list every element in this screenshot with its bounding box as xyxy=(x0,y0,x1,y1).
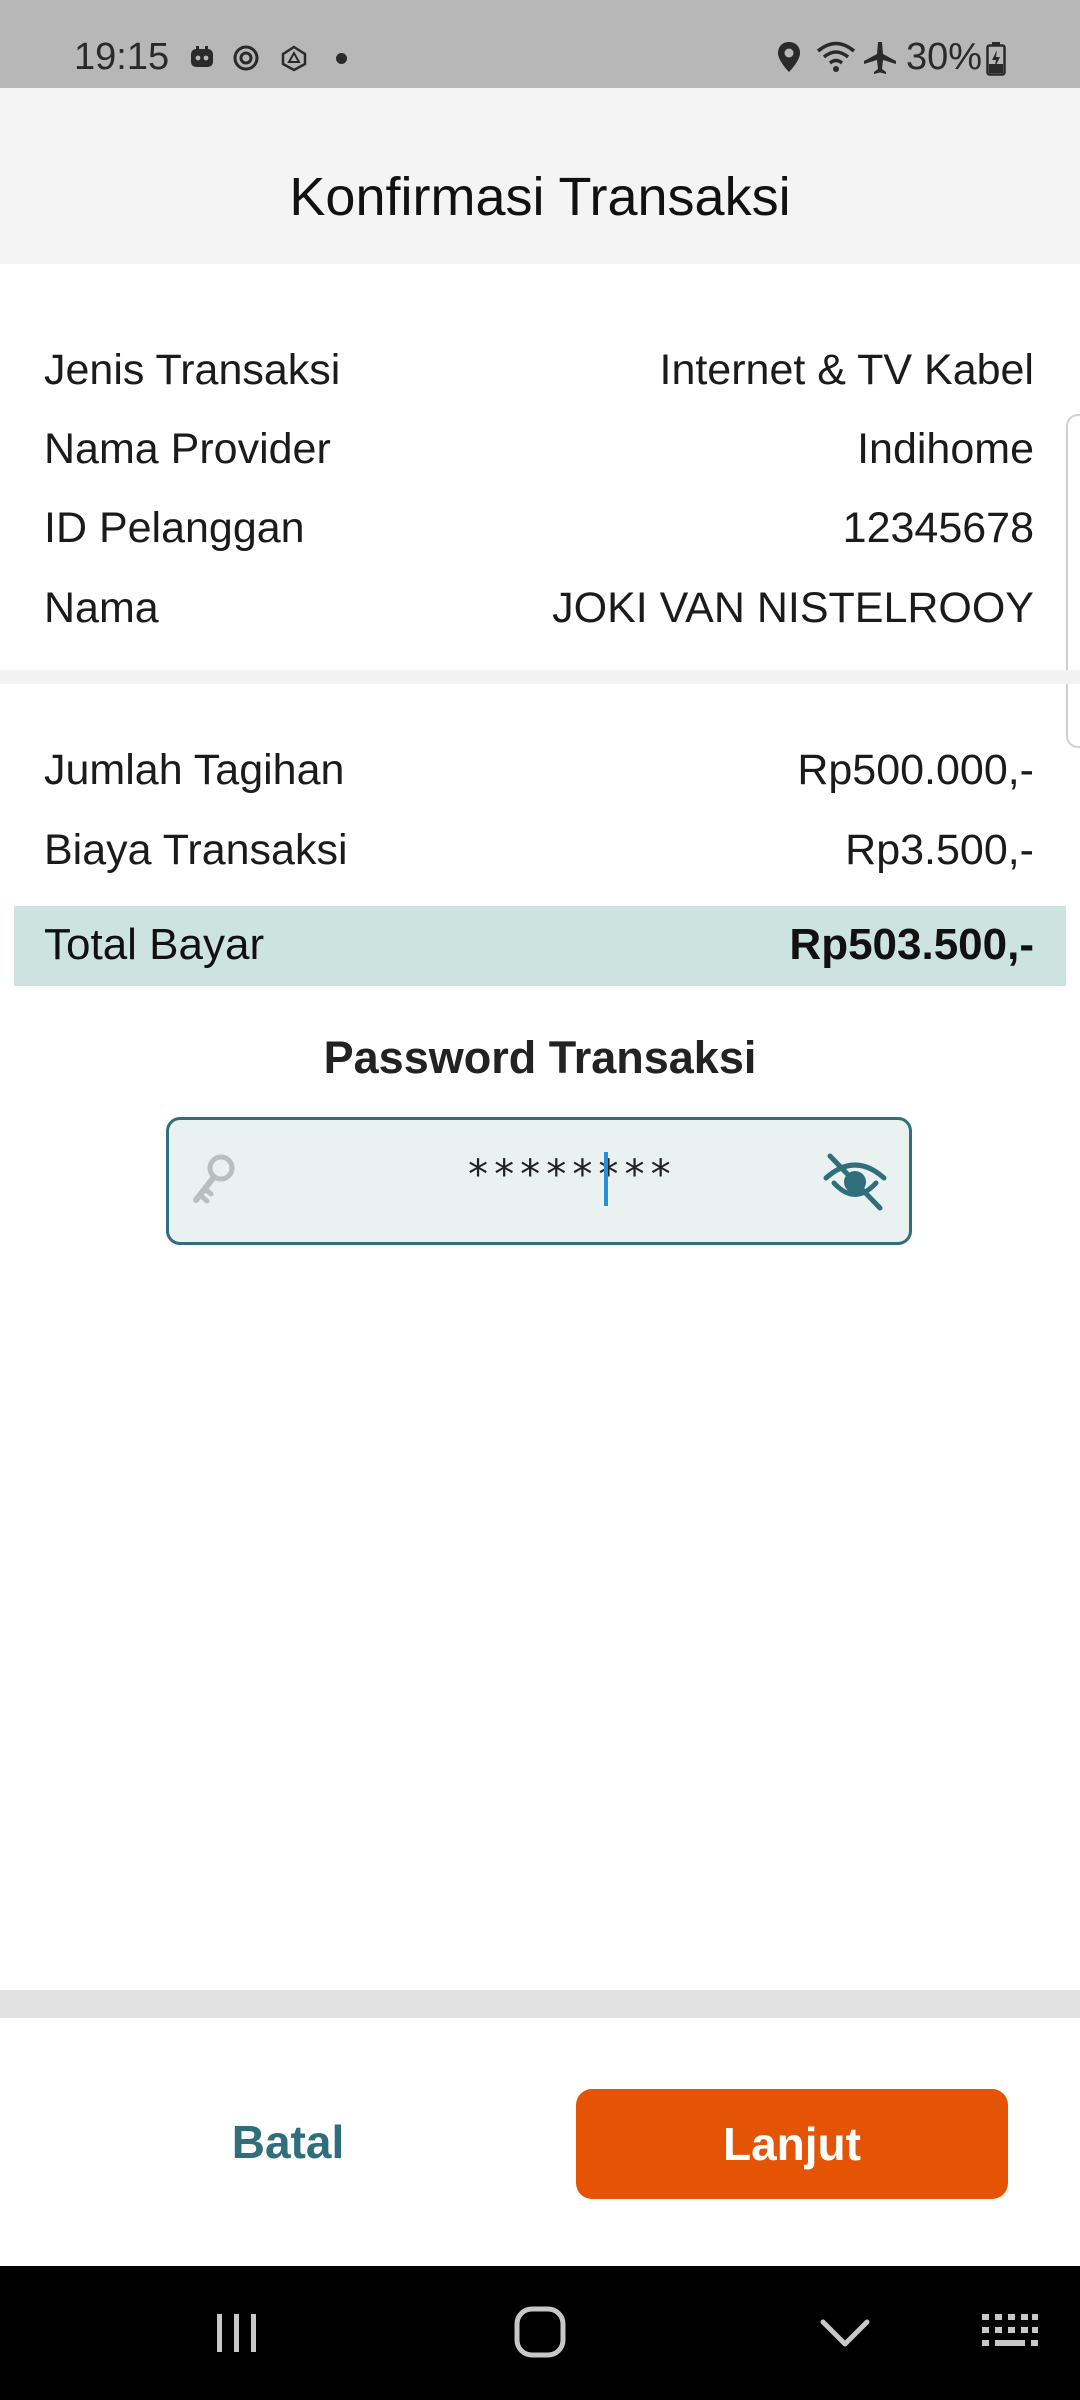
chat-notification-icon xyxy=(191,46,213,67)
recent-apps-icon[interactable] xyxy=(212,2310,262,2356)
section-divider xyxy=(0,670,1080,684)
detail-value-nama: JOKI VAN NISTELROOY xyxy=(552,584,1034,632)
detail-label-nama: Nama xyxy=(44,584,159,632)
password-value: ******** xyxy=(466,1152,675,1198)
continue-button[interactable]: Lanjut xyxy=(576,2089,1008,2199)
total-value: Rp503.500,- xyxy=(789,920,1034,969)
password-title: Password Transaksi xyxy=(323,1032,757,1083)
battery-percentage: 30% xyxy=(906,36,983,78)
billing-label-biaya-transaksi: Biaya Transaksi xyxy=(44,826,348,874)
total-label: Total Bayar xyxy=(44,920,265,969)
home-icon[interactable] xyxy=(512,2304,568,2360)
keyboard-icon[interactable] xyxy=(978,2310,1040,2354)
airplane-icon xyxy=(864,42,896,74)
key-icon xyxy=(193,1154,235,1204)
detail-value-jenis-transaksi: Internet & TV Kabel xyxy=(659,346,1035,394)
detail-value-nama-provider: Indihome xyxy=(857,425,1034,473)
battery-icon xyxy=(986,42,1006,76)
billing-value-jumlah-tagihan: Rp500.000,- xyxy=(797,746,1034,794)
bottom-separator xyxy=(0,1990,1080,2018)
text-cursor xyxy=(604,1152,608,1206)
status-time: 19:15 xyxy=(74,36,170,78)
settings-notification-icon xyxy=(233,45,259,71)
detail-label-nama-provider: Nama Provider xyxy=(44,425,331,473)
back-icon[interactable] xyxy=(818,2312,872,2352)
detail-label-id-pelanggan: ID Pelanggan xyxy=(44,504,305,552)
cancel-button[interactable]: Batal xyxy=(190,2092,386,2192)
page-title: Konfirmasi Transaksi xyxy=(289,167,791,227)
billing-label-jumlah-tagihan: Jumlah Tagihan xyxy=(44,746,345,794)
app-notification-icon xyxy=(281,45,307,72)
location-icon xyxy=(778,42,800,72)
wifi-icon xyxy=(816,41,856,72)
edge-panel-handle[interactable] xyxy=(1066,414,1080,748)
notification-dot xyxy=(336,53,347,64)
billing-value-biaya-transaksi: Rp3.500,- xyxy=(845,826,1034,874)
eye-off-icon[interactable] xyxy=(822,1150,888,1212)
detail-label-jenis-transaksi: Jenis Transaksi xyxy=(44,346,341,394)
detail-value-id-pelanggan: 12345678 xyxy=(842,504,1034,552)
